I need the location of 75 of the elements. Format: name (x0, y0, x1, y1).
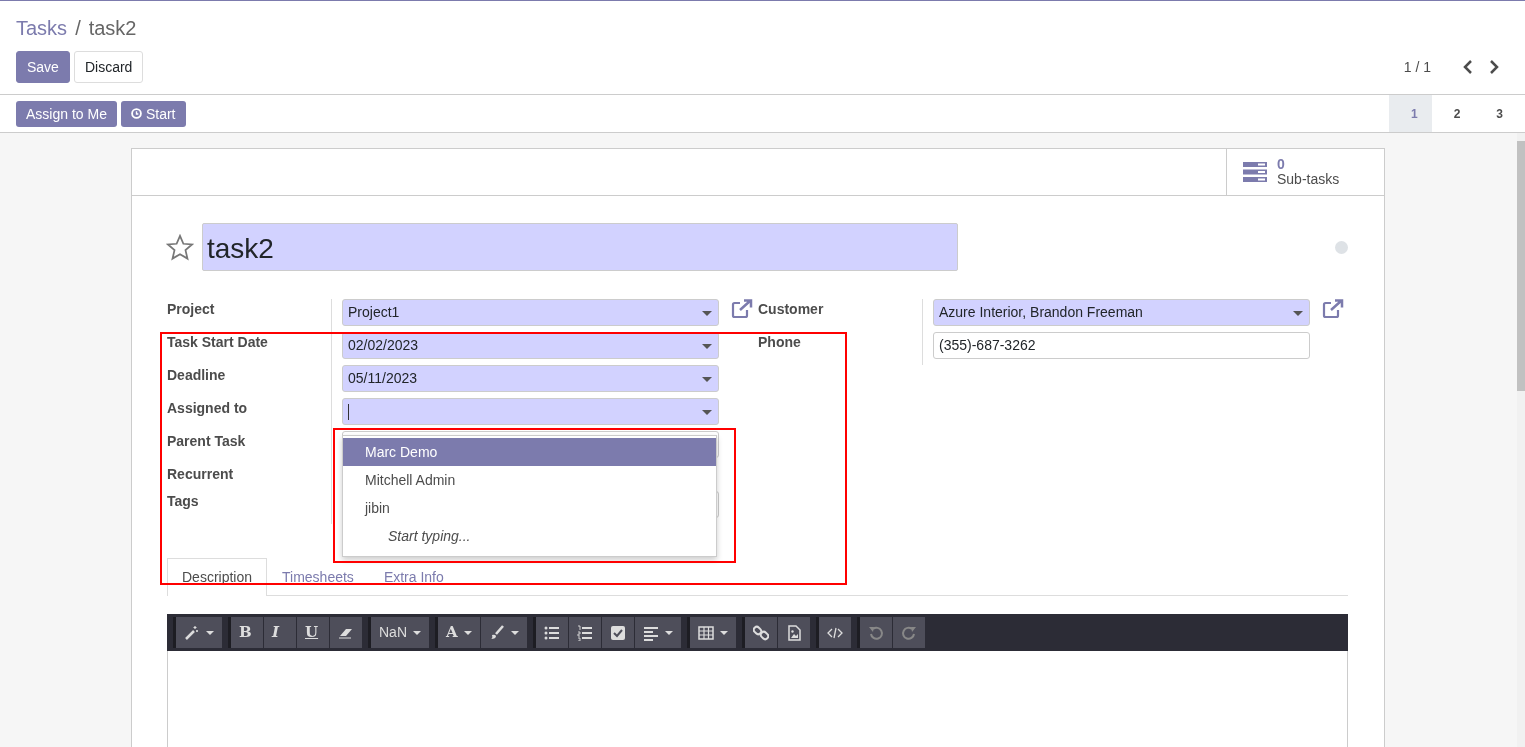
field-label: Recurrent (167, 465, 235, 484)
toolbar-button[interactable] (777, 617, 810, 648)
status-dot-icon[interactable] (1335, 240, 1348, 254)
breadcrumb-separator: / (75, 16, 81, 41)
format-button[interactable]: I (264, 617, 296, 648)
caret-icon (719, 630, 728, 635)
list-icon (1243, 162, 1269, 182)
external-link-icon[interactable] (1322, 299, 1344, 319)
sub-tasks-label: Sub-tasks (1277, 172, 1340, 187)
caret-icon (206, 630, 214, 635)
dropdown-option[interactable]: Marc Demo (343, 438, 716, 466)
bulleted-list-icon (543, 624, 560, 641)
star-icon[interactable] (166, 233, 194, 261)
clock-icon (130, 108, 142, 119)
field-label: Task Start Date (167, 333, 269, 352)
caret-icon (510, 630, 519, 635)
checkbox-icon (609, 624, 626, 641)
select-field[interactable] (342, 398, 719, 425)
field-label: Tags (167, 492, 200, 511)
magic-wand-icon (184, 624, 200, 641)
caret-icon (413, 630, 421, 635)
stage-step[interactable]: 3 (1474, 95, 1517, 132)
field-label: Deadline (167, 366, 227, 385)
format-button[interactable]: NaN (371, 617, 429, 648)
format-button[interactable]: B (231, 617, 263, 648)
caret-icon (463, 630, 472, 635)
field-label: Phone (758, 333, 802, 352)
toolbar-button[interactable] (744, 617, 777, 648)
toolbar-button[interactable] (568, 617, 601, 648)
assign-button[interactable]: Assign to Me (16, 100, 117, 127)
discard-button[interactable]: Discard (73, 51, 144, 83)
pager-counter: 1 / 1 (1403, 57, 1431, 77)
search-hint[interactable]: Start typing... (343, 522, 716, 550)
field-label: Project (167, 300, 216, 319)
align-left-icon (642, 624, 659, 641)
toolbar-button[interactable] (330, 617, 362, 648)
toolbar-button[interactable] (634, 617, 681, 648)
stage-step[interactable]: 2 (1431, 95, 1475, 132)
save-button[interactable]: Save (16, 51, 70, 83)
task-name-field[interactable]: task2 (202, 223, 958, 271)
breadcrumb-current: task2 (88, 16, 137, 41)
select-field[interactable]: 02/02/2023 (342, 332, 719, 359)
tab[interactable]: Description (167, 558, 268, 596)
dropdown-option[interactable]: jibin (343, 494, 716, 522)
field-label: Assigned to (167, 399, 249, 418)
toolbar-button[interactable] (818, 617, 851, 648)
undo-icon (867, 624, 884, 641)
toolbar-button[interactable] (601, 617, 634, 648)
scrollbar[interactable] (1517, 133, 1525, 747)
select-field[interactable]: 05/11/2023 (342, 365, 719, 392)
toolbar-button[interactable] (176, 617, 222, 648)
field-label: Parent Task (167, 432, 247, 451)
field-label: Customer (758, 300, 825, 319)
select-field[interactable]: Project1 (342, 299, 719, 326)
numbered-list-icon (576, 624, 593, 641)
input-field[interactable]: (355)-687-3262 (933, 332, 1310, 359)
breadcrumb-link[interactable]: Tasks (16, 13, 68, 43)
image-icon (785, 624, 802, 641)
tab[interactable]: Extra Info (368, 558, 459, 596)
external-link-icon[interactable] (731, 299, 753, 319)
format-button[interactable]: U (297, 617, 329, 648)
link-icon (752, 624, 769, 641)
redo-icon (900, 624, 917, 641)
sub-tasks-button[interactable]: 0 Sub-tasks (1226, 149, 1384, 195)
tab[interactable]: Timesheets (267, 558, 369, 596)
dropdown-option[interactable]: Mitchell Admin (343, 466, 716, 494)
toolbar-button[interactable] (535, 617, 568, 648)
toolbar-button[interactable] (689, 617, 736, 648)
toolbar-button[interactable] (480, 617, 527, 648)
start-button[interactable]: Start (120, 100, 186, 127)
table-icon (697, 624, 714, 641)
caret-icon (664, 630, 673, 635)
format-button[interactable]: A (438, 617, 480, 648)
sub-task-count: 0 (1277, 157, 1286, 172)
select-field[interactable]: Azure Interior, Brandon Freeman (933, 299, 1310, 326)
